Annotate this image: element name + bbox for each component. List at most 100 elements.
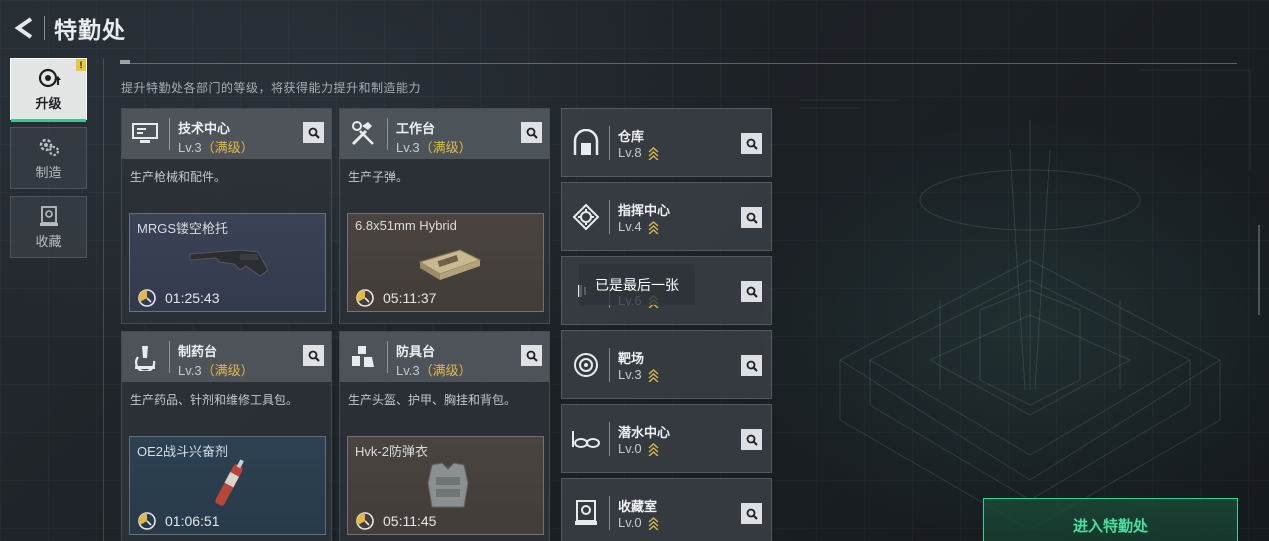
header-separator <box>169 341 170 373</box>
building-level: Lv.4 <box>618 219 659 234</box>
crafting-slot[interactable]: 6.8x51mm Hybrid 05:11:37 <box>347 213 544 312</box>
timer-icon <box>356 289 374 307</box>
separator <box>609 200 610 234</box>
page-title: 特勤处 <box>54 17 126 43</box>
search-icon <box>746 360 758 372</box>
building-target-range[interactable]: 靶场 Lv.3 <box>561 330 772 399</box>
building-level: Lv.0 <box>618 515 659 530</box>
back-arrow-icon <box>14 17 33 39</box>
search-icon <box>526 127 538 139</box>
facility-level: Lv.3（满级） <box>178 137 254 156</box>
timer-text: 05:11:45 <box>383 513 437 529</box>
upgrade-chevron-icon <box>648 368 659 382</box>
building-warehouse[interactable]: 仓库 Lv.8 <box>561 108 772 177</box>
facility-card-tech-center: 技术中心 Lv.3（满级） 生产枪械和配件。 MRGS镂空枪托 01:25:43 <box>121 108 332 324</box>
timer-text: 05:11:37 <box>383 290 437 306</box>
header-separator <box>44 16 45 40</box>
facility-card-header: 工作台 Lv.3（满级） <box>340 109 549 159</box>
building-command-center[interactable]: 指挥中心 Lv.4 <box>561 182 772 251</box>
level-value: Lv.3 <box>178 140 202 155</box>
search-icon <box>746 508 758 520</box>
inspect-button[interactable] <box>741 355 762 376</box>
back-button[interactable] <box>10 12 38 44</box>
building-name: 靶场 <box>618 351 645 366</box>
max-level-tag: （满级） <box>419 363 472 378</box>
inspect-button[interactable] <box>521 122 542 143</box>
search-icon <box>746 286 758 298</box>
timer-text: 01:25:43 <box>165 290 220 306</box>
diving-goggles-icon <box>569 422 603 456</box>
building-level: Lv.8 <box>618 145 659 160</box>
facility-name: 防具台 <box>396 344 436 359</box>
search-icon <box>308 350 320 362</box>
max-level-tag: （满级） <box>419 140 472 155</box>
max-level-tag: （满级） <box>201 140 254 155</box>
separator <box>609 496 610 530</box>
facility-description: 生产药品、针剂和维修工具包。 <box>130 393 299 407</box>
facility-level: Lv.3（满级） <box>396 137 472 156</box>
building-name: 潜水中心 <box>618 425 671 440</box>
building-diving-center[interactable]: 潜水中心 Lv.0 <box>561 404 772 473</box>
crafting-item-name: Hvk-2防弹衣 <box>355 444 428 459</box>
page-subtitle: 提升特勤处各部门的等级，将获得能力提升和制造能力 <box>121 81 422 95</box>
facility-name: 制药台 <box>178 344 218 359</box>
warehouse-icon <box>569 126 603 160</box>
building-name: 收藏室 <box>618 499 658 514</box>
notification-badge: ! <box>76 59 86 71</box>
separator <box>609 422 610 456</box>
inspect-button[interactable] <box>303 345 324 366</box>
crafting-slot[interactable]: Hvk-2防弹衣 05:11:45 <box>347 436 544 535</box>
crafting-item-name: OE2战斗兴奋剂 <box>137 444 229 459</box>
nav-item-craft[interactable]: 制造 <box>10 127 87 189</box>
stimulant-injector-image <box>215 459 244 506</box>
workbench-tools-icon <box>346 118 380 150</box>
max-level-tag: （满级） <box>201 363 254 378</box>
search-icon <box>308 127 320 139</box>
nav-label: 升级 <box>35 95 62 111</box>
nav-label: 收藏 <box>35 233 62 249</box>
search-icon <box>526 350 538 362</box>
facility-description: 生产子弹。 <box>348 170 409 184</box>
facility-card-header: 技术中心 Lv.3（满级） <box>122 109 331 159</box>
timer-icon <box>356 512 374 530</box>
upgrade-chevron-icon <box>648 516 659 530</box>
nav-item-collection[interactable]: 收藏 <box>10 196 87 258</box>
ammo-box-image <box>418 249 482 280</box>
upgrade-chevron-icon <box>648 442 659 456</box>
nav-label: 制造 <box>35 164 62 180</box>
nav-item-upgrade[interactable]: ! 升级 <box>10 58 87 122</box>
inspect-button[interactable] <box>741 207 762 228</box>
facility-description: 生产头盔、护甲、胸挂和背包。 <box>348 393 517 407</box>
inspect-button[interactable] <box>741 429 762 450</box>
building-name: 仓库 <box>618 129 645 144</box>
inspect-button[interactable] <box>521 345 542 366</box>
crafting-slot[interactable]: MRGS镂空枪托 01:25:43 <box>129 213 326 312</box>
search-icon <box>746 138 758 150</box>
level-value: Lv.3 <box>396 363 420 378</box>
inspect-button[interactable] <box>741 133 762 154</box>
upgrade-chevron-icon <box>648 146 659 160</box>
facility-level: Lv.3（满级） <box>396 360 472 379</box>
separator <box>609 348 610 382</box>
inspect-button[interactable] <box>303 122 324 143</box>
body-armor-image <box>427 462 469 508</box>
timer-icon <box>138 289 156 307</box>
toast-message: 已是最后一张 <box>579 264 695 305</box>
inspect-button[interactable] <box>741 503 762 524</box>
building-collection-room[interactable]: 收藏室 Lv.0 <box>561 478 772 541</box>
level-value: Lv.4 <box>618 219 642 234</box>
side-nav: ! 升级 制造 收藏 <box>10 58 87 265</box>
header-separator <box>387 118 388 150</box>
collection-icon <box>39 205 58 226</box>
building-level: Lv.0 <box>618 441 659 456</box>
enter-special-ops-button[interactable]: 进入特勤处 <box>983 498 1238 541</box>
facility-card-armor-bench: 防具台 Lv.3（满级） 生产头盔、护甲、胸挂和背包。 Hvk-2防弹衣 05:… <box>339 331 550 541</box>
facility-description: 生产枪械和配件。 <box>130 170 227 184</box>
facility-name: 技术中心 <box>178 121 231 136</box>
inspect-button[interactable] <box>741 281 762 302</box>
crafting-slot[interactable]: OE2战斗兴奋剂 01:06:51 <box>129 436 326 535</box>
crafting-timer: 01:06:51 <box>137 511 220 531</box>
level-value: Lv.3 <box>396 140 420 155</box>
crafting-item-name: MRGS镂空枪托 <box>137 221 229 236</box>
facility-card-pharmacy: 制药台 Lv.3（满级） 生产药品、针剂和维修工具包。 OE2战斗兴奋剂 01:… <box>121 331 332 541</box>
